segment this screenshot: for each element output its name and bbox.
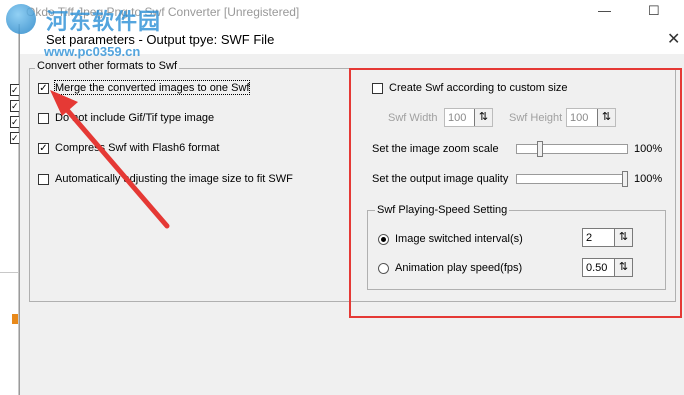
watermark-brand: 河东软件园 (46, 9, 162, 34)
watermark-url: www.pc0359.cn (44, 44, 141, 59)
red-arrow-icon (50, 90, 170, 229)
watermark-logo-icon (6, 4, 36, 34)
